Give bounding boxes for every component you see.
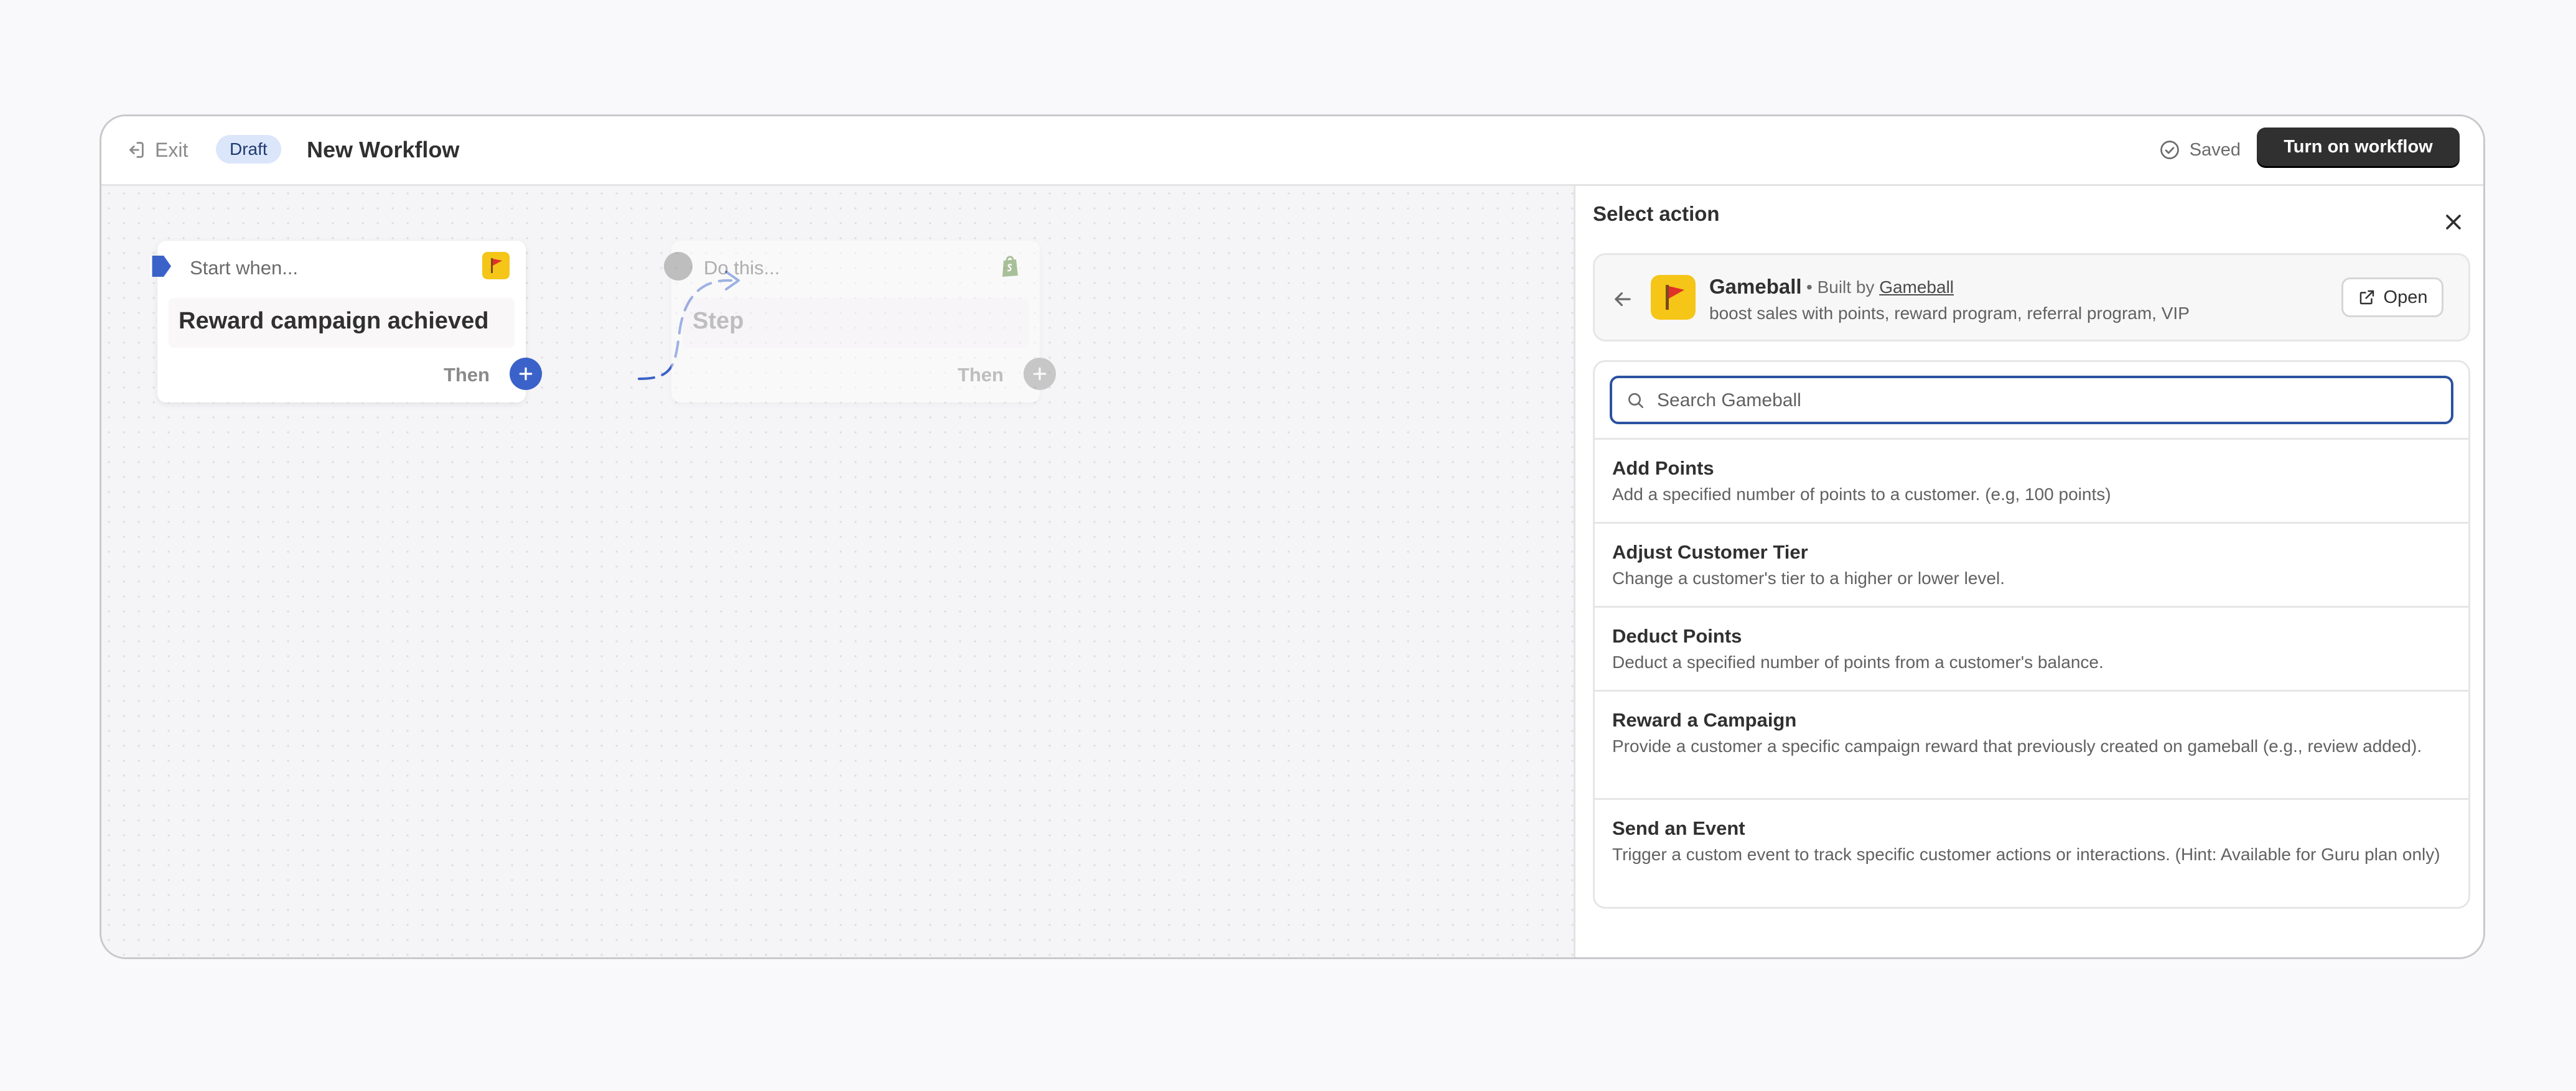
action-title: Deduct Points bbox=[1612, 625, 1742, 647]
exit-icon bbox=[129, 142, 144, 158]
action-title: Send an Event bbox=[1612, 817, 1745, 839]
gameball-logo-icon bbox=[1651, 275, 1696, 320]
search-field[interactable] bbox=[1610, 376, 2453, 424]
trigger-title-box: Reward campaign achieved bbox=[169, 298, 515, 348]
action-list: Add Points Add a specified number of poi… bbox=[1593, 360, 2470, 909]
exit-label: Exit bbox=[155, 138, 189, 161]
search-icon bbox=[1628, 393, 1643, 408]
action-description: Add a specified number of points to a cu… bbox=[1612, 485, 2111, 504]
plus-icon bbox=[1033, 367, 1047, 381]
action-item-deduct-points[interactable]: Deduct Points Deduct a specified number … bbox=[1595, 606, 2468, 690]
turn-on-workflow-button[interactable]: Turn on workflow bbox=[2257, 128, 2460, 166]
step-title: Step bbox=[693, 308, 744, 334]
close-icon[interactable] bbox=[2441, 210, 2466, 234]
open-app-button[interactable]: Open bbox=[2341, 277, 2443, 317]
external-link-icon bbox=[2359, 290, 2374, 305]
action-item-reward-a-campaign[interactable]: Reward a Campaign Provide a customer a s… bbox=[1595, 690, 2468, 798]
step-then-label: Then bbox=[957, 364, 1004, 386]
start-flag-icon bbox=[150, 256, 171, 277]
trigger-then-label: Then bbox=[443, 364, 490, 386]
action-title: Adjust Customer Tier bbox=[1612, 541, 1808, 563]
trigger-title: Reward campaign achieved bbox=[179, 308, 489, 334]
step-title-box: Step bbox=[683, 298, 1029, 348]
action-description: Deduct a specified number of points from… bbox=[1612, 652, 2104, 672]
action-item-add-points[interactable]: Add Points Add a specified number of poi… bbox=[1595, 438, 2468, 522]
status-badge: Draft bbox=[216, 135, 281, 164]
action-title: Reward a Campaign bbox=[1612, 709, 1797, 731]
trigger-heading: Start when... bbox=[190, 257, 299, 279]
action-item-adjust-customer-tier[interactable]: Adjust Customer Tier Change a customer's… bbox=[1595, 522, 2468, 606]
search-input[interactable] bbox=[1656, 378, 2445, 423]
step-heading: Do this... bbox=[704, 257, 780, 279]
shopify-app-icon bbox=[1002, 256, 1018, 277]
app-name: Gameball bbox=[1709, 275, 1802, 298]
add-next-step-button[interactable] bbox=[1024, 358, 1056, 390]
app-built-by: • Built by Gameball bbox=[1806, 277, 1954, 297]
workflow-title: New Workflow bbox=[307, 137, 460, 162]
gameball-app-icon bbox=[482, 252, 510, 279]
saved-status: Saved bbox=[2158, 132, 2241, 167]
action-description: Change a customer's tier to a higher or … bbox=[1612, 569, 2005, 588]
saved-label: Saved bbox=[2189, 139, 2241, 160]
built-by-prefix: • Built by bbox=[1806, 277, 1875, 297]
developer-link[interactable]: Gameball bbox=[1879, 277, 1954, 297]
app-window: Exit Draft New Workflow Saved Turn on wo… bbox=[100, 114, 2485, 959]
app-description: boost sales with points, reward program,… bbox=[1709, 304, 2190, 323]
check-circle-icon bbox=[2160, 141, 2179, 159]
panel-title: Select action bbox=[1593, 202, 1720, 225]
back-arrow-icon[interactable] bbox=[1611, 287, 1635, 311]
action-description: Provide a customer a specific campaign r… bbox=[1612, 736, 2422, 756]
open-label: Open bbox=[2383, 287, 2428, 307]
action-description: Trigger a custom event to track specific… bbox=[1612, 845, 2440, 864]
step-anchor bbox=[664, 252, 693, 281]
top-bar: Exit Draft New Workflow Saved Turn on wo… bbox=[101, 116, 2483, 186]
workflow-canvas[interactable]: Start when... Reward campaign achieved T… bbox=[101, 186, 1574, 957]
select-action-panel: Select action Gameball • Built by Gameba… bbox=[1574, 186, 2483, 957]
trigger-node[interactable]: Start when... Reward campaign achieved T… bbox=[150, 241, 542, 402]
app-card: Gameball • Built by Gameball boost sales… bbox=[1593, 253, 2470, 341]
step-node[interactable]: Do this... Step Then bbox=[664, 241, 1056, 402]
exit-button[interactable]: Exit bbox=[125, 132, 188, 167]
action-title: Add Points bbox=[1612, 457, 1714, 479]
action-item-send-an-event[interactable]: Send an Event Trigger a custom event to … bbox=[1595, 798, 2468, 907]
